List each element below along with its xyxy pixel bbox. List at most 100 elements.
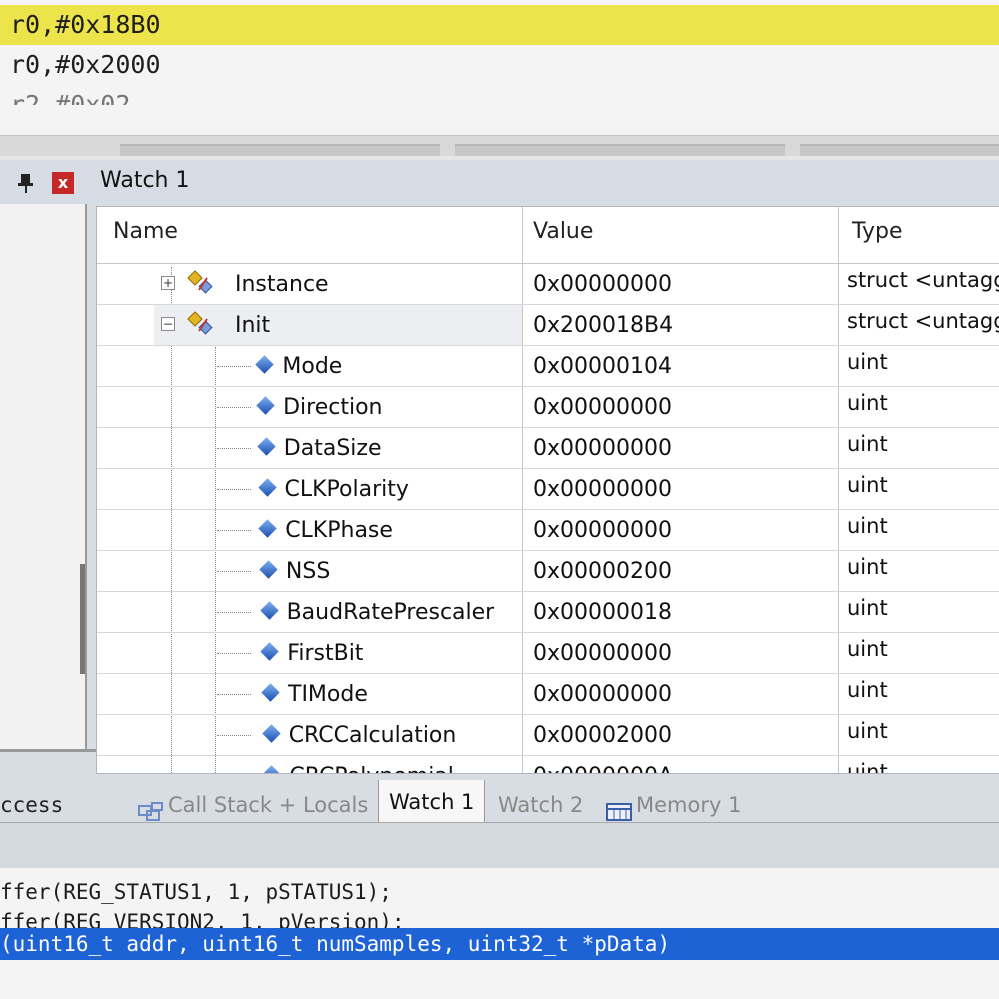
expand-icon[interactable]: + — [161, 276, 175, 290]
disasm-current-line[interactable]: r0,#0x18B0 — [0, 5, 999, 45]
watch-type: uint — [847, 514, 888, 538]
watch-type: uint — [847, 350, 888, 374]
side-pane — [0, 204, 87, 749]
watch-value[interactable]: 0x0000000A — [533, 764, 673, 773]
watch-name: Direction — [283, 395, 383, 420]
watch-name: CLKPhase — [285, 518, 393, 543]
call-stack-icon — [138, 796, 164, 821]
disasm-line[interactable]: r0,#0x2000 — [0, 45, 999, 85]
watch-row[interactable]: − Init 0x200018B4 struct <untagg — [97, 305, 999, 346]
watch-row[interactable]: DataSize 0x00000000 uint — [97, 428, 999, 469]
field-icon — [255, 355, 275, 374]
watch-row[interactable]: NSS 0x00000200 uint — [97, 551, 999, 592]
watch-name: Init — [235, 313, 271, 338]
tab-stub — [455, 144, 785, 156]
field-icon — [261, 724, 281, 743]
code-line[interactable]: ffer(REG_STATUS1, 1, pSTATUS1); — [0, 876, 999, 908]
watch-value[interactable]: 0x00000000 — [533, 395, 672, 420]
tab-access[interactable]: ccess — [0, 786, 63, 824]
watch-name: CRCCalculation — [288, 723, 457, 748]
column-header-value[interactable]: Value — [533, 219, 593, 244]
struct-icon — [187, 270, 217, 298]
watch-value[interactable]: 0x00000104 — [533, 354, 672, 379]
watch-name: DataSize — [283, 436, 382, 461]
watch-name: BaudRatePrescaler — [286, 600, 495, 625]
watch-name: CRCPolynomial — [289, 764, 454, 773]
watch-type: struct <untagg — [847, 268, 999, 292]
watch-row[interactable]: + Instance 0x00000000 struct <untagg — [97, 264, 999, 305]
tree-branch — [217, 571, 251, 572]
watch-value[interactable]: 0x00000200 — [533, 559, 672, 584]
watch-value[interactable]: 0x00000000 — [533, 682, 672, 707]
watch-row[interactable]: FirstBit 0x00000000 uint — [97, 633, 999, 674]
tree-branch — [217, 694, 251, 695]
tab-watch-1[interactable]: Watch 1 — [378, 780, 486, 825]
column-header-type[interactable]: Type — [852, 219, 903, 244]
watch-value[interactable]: 0x00002000 — [533, 723, 672, 748]
watch-grid: Name Value Type + Instance 0x00000000 struc… — [96, 206, 999, 774]
field-icon — [261, 683, 280, 702]
watch-row[interactable]: TIMode 0x00000000 uint — [97, 674, 999, 715]
watch-type: uint — [847, 555, 888, 579]
scrollbar[interactable] — [80, 564, 85, 674]
tree-branch — [217, 489, 251, 490]
tab-label: Memory 1 — [636, 793, 742, 817]
watch-type: uint — [847, 432, 888, 456]
watch-value[interactable]: 0x200018B4 — [533, 313, 673, 338]
watch-row[interactable]: Mode 0x00000104 uint — [97, 346, 999, 387]
watch-type: uint — [847, 637, 888, 661]
watch-type: uint — [847, 760, 888, 774]
watch-row[interactable]: CLKPhase 0x00000000 uint — [97, 510, 999, 551]
tree-branch — [217, 735, 251, 736]
watch-name: Instance — [235, 272, 329, 297]
watch-type: uint — [847, 473, 888, 497]
watch-row[interactable]: Direction 0x00000000 uint — [97, 387, 999, 428]
tab-label: Call Stack + Locals — [168, 793, 369, 817]
watch-name: NSS — [285, 559, 331, 584]
watch-row[interactable]: CRCCalculation 0x00002000 uint — [97, 715, 999, 756]
watch-value[interactable]: 0x00000000 — [533, 272, 672, 297]
tab-watch-2[interactable]: Watch 2 — [498, 786, 583, 824]
disassembly-pane: r0,#0x18B0 r0,#0x2000 r2 #0x02 — [0, 0, 999, 135]
collapse-icon[interactable]: − — [161, 317, 175, 331]
field-icon — [259, 601, 279, 620]
panel-header: x Watch 1 — [0, 160, 999, 204]
tree-branch — [217, 530, 251, 531]
pane-splitter[interactable] — [0, 135, 999, 156]
pin-icon[interactable] — [16, 172, 36, 193]
tree-branch — [217, 448, 251, 449]
watch-type: uint — [847, 678, 888, 702]
field-icon — [258, 519, 277, 538]
close-icon[interactable]: x — [52, 172, 74, 194]
watch-type: uint — [847, 596, 888, 620]
watch-type: struct <untagg — [847, 309, 999, 333]
grid-header: Name Value Type — [97, 207, 999, 264]
tree-branch — [217, 366, 251, 367]
watch-row[interactable]: CRCPolynomial 0x0000000A uint — [97, 756, 999, 774]
watch-name: Mode — [282, 354, 343, 379]
tab-memory-1[interactable]: Memory 1 — [606, 786, 741, 824]
code-line-selected[interactable]: (uint16_t addr, uint16_t numSamples, uin… — [0, 928, 999, 960]
field-icon — [260, 642, 279, 661]
panel-title: Watch 1 — [100, 168, 190, 193]
field-icon — [256, 396, 275, 415]
disasm-line[interactable]: r2 #0x02 — [0, 85, 999, 105]
source-editor: ffer(REG_STATUS1, 1, pSTATUS1); ffer(REG… — [0, 868, 999, 999]
tab-call-stack[interactable]: Call Stack + Locals — [138, 786, 368, 824]
pane-splitter[interactable] — [0, 822, 999, 869]
watch-value[interactable]: 0x00000000 — [533, 518, 672, 543]
watch-value[interactable]: 0x00000000 — [533, 477, 672, 502]
watch-name: CLKPolarity — [284, 477, 409, 502]
tab-stub — [120, 144, 440, 156]
watch-value[interactable]: 0x00000000 — [533, 436, 672, 461]
watch-type: uint — [847, 391, 888, 415]
watch-value[interactable]: 0x00000018 — [533, 600, 672, 625]
watch-row[interactable]: BaudRatePrescaler 0x00000018 uint — [97, 592, 999, 633]
watch-value[interactable]: 0x00000000 — [533, 641, 672, 666]
watch-row[interactable]: CLKPolarity 0x00000000 uint — [97, 469, 999, 510]
field-icon — [262, 765, 282, 773]
tree-branch — [217, 612, 251, 613]
field-icon — [257, 478, 277, 497]
field-icon — [259, 560, 278, 579]
column-header-name[interactable]: Name — [113, 219, 178, 244]
